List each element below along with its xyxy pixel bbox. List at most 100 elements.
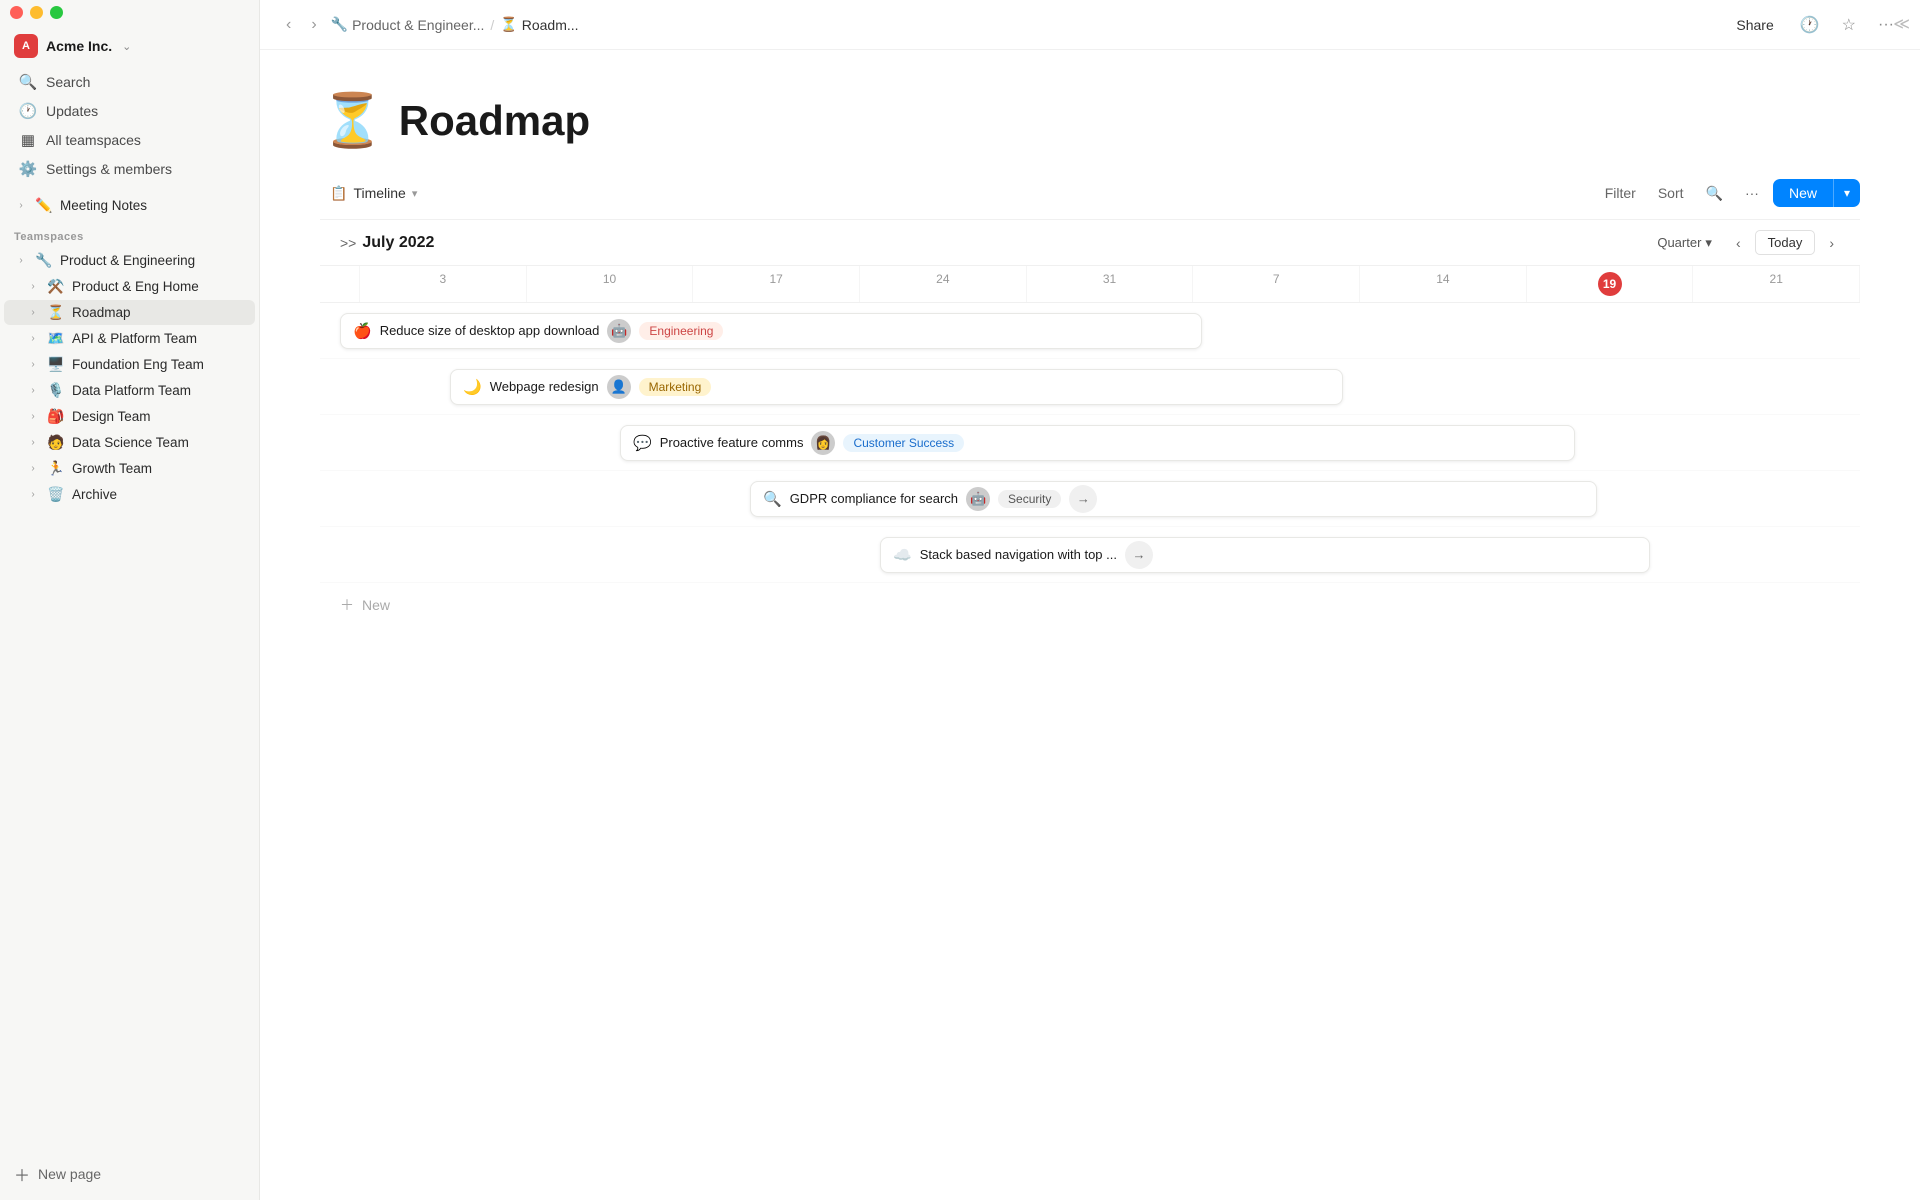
sidebar-item-data-platform[interactable]: › 🎙️ Data Platform Team: [4, 378, 255, 403]
sidebar-item-label: All teamspaces: [46, 132, 141, 148]
breadcrumb-roadmap[interactable]: ⏳ Roadm...: [500, 16, 578, 33]
sidebar-item-label: Data Platform Team: [72, 383, 191, 398]
chevron-right-icon: ›: [26, 411, 40, 422]
filter-button[interactable]: Filter: [1597, 180, 1644, 206]
new-button-dropdown[interactable]: ▾: [1833, 179, 1860, 207]
forward-button[interactable]: ›: [305, 12, 322, 38]
task-bar-1[interactable]: 🍎 Reduce size of desktop app download 🤖 …: [340, 313, 1202, 349]
sidebar-item-label: Settings & members: [46, 161, 172, 177]
titlebar: ‹ › 🔧 Product & Engineer... / ⏳ Roadm...…: [260, 0, 1920, 50]
chevron-down-icon: ▾: [1705, 235, 1712, 251]
moon-icon: 🌙: [463, 378, 482, 396]
chevron-right-icon: ›: [26, 333, 40, 344]
maximize-button[interactable]: [50, 6, 63, 19]
breadcrumb-label: Product & Engineer...: [352, 17, 484, 33]
task-bar-2[interactable]: 🌙 Webpage redesign 👤 Marketing: [450, 369, 1343, 405]
sidebar-item-archive[interactable]: › 🗑️ Archive: [4, 482, 255, 507]
date-cell: 14: [1360, 266, 1527, 302]
share-button[interactable]: Share: [1726, 12, 1783, 38]
more-options-button[interactable]: ···: [1737, 180, 1767, 206]
sidebar-item-foundation-eng[interactable]: › 🖥️ Foundation Eng Team: [4, 352, 255, 377]
breadcrumb-separator: /: [490, 17, 494, 33]
sidebar-item-meeting-notes[interactable]: › ✏️ Meeting Notes: [4, 193, 255, 218]
person-icon: 🧑: [46, 434, 66, 451]
titlebar-actions: Share 🕐 ☆ ···: [1726, 11, 1900, 39]
sidebar-item-product-eng-home[interactable]: › ⚒️ Product & Eng Home: [4, 274, 255, 299]
today-badge: 19: [1598, 272, 1622, 296]
task-bar-4[interactable]: 🔍 GDPR compliance for search 🤖 Security …: [750, 481, 1597, 517]
timeline-prev-button[interactable]: ‹: [1730, 231, 1747, 255]
collapse-sidebar-button[interactable]: ≪: [1893, 14, 1910, 34]
avatar: 👤: [607, 375, 631, 399]
bag-icon: 🎒: [46, 408, 66, 425]
table-row: ☁️ Stack based navigation with top ... →: [320, 527, 1860, 583]
today-button[interactable]: Today: [1755, 230, 1816, 255]
sidebar-item-growth-team[interactable]: › 🏃 Growth Team: [4, 456, 255, 481]
sidebar-item-roadmap[interactable]: › ⏳ Roadmap: [4, 300, 255, 325]
workspace-selector[interactable]: A Acme Inc. ⌄: [4, 29, 255, 63]
sidebar-item-product-engineering[interactable]: › 🔧 Product & Engineering: [4, 248, 255, 273]
table-row: 🍎 Reduce size of desktop app download 🤖 …: [320, 303, 1860, 359]
apple-icon: 🍎: [353, 322, 372, 340]
timeline-month: July 2022: [362, 234, 434, 252]
task-label: Proactive feature comms: [660, 435, 804, 450]
page-content: ⏳ Roadmap 📋 Timeline ▾ Filter Sort 🔍 ···…: [260, 50, 1920, 1200]
history-button[interactable]: 🕐: [1794, 11, 1826, 39]
back-button[interactable]: ‹: [280, 12, 297, 38]
page-header: ⏳ Roadmap: [320, 90, 1860, 151]
breadcrumb-product-eng[interactable]: 🔧 Product & Engineer...: [331, 16, 485, 33]
sidebar-item-design-team[interactable]: › 🎒 Design Team: [4, 404, 255, 429]
timeline-controls: Quarter ▾ ‹ Today ›: [1647, 230, 1840, 255]
traffic-lights: [0, 0, 259, 29]
timeline-view-selector[interactable]: 📋 Timeline ▾: [320, 180, 427, 207]
quarter-label: Quarter: [1657, 235, 1701, 250]
new-row-button[interactable]: ＋ New: [320, 583, 1860, 627]
chevron-right-icon: ›: [26, 307, 40, 318]
timeline-next-button[interactable]: ›: [1823, 231, 1840, 255]
date-cell: 3: [360, 266, 527, 302]
gear-icon: ⚙️: [18, 160, 38, 178]
favorite-button[interactable]: ☆: [1836, 11, 1862, 39]
table-row: 🔍 GDPR compliance for search 🤖 Security …: [320, 471, 1860, 527]
sidebar-item-label: Data Science Team: [72, 435, 189, 450]
main-content: ‹ › 🔧 Product & Engineer... / ⏳ Roadm...…: [260, 0, 1920, 1200]
chevron-down-icon: ▾: [412, 187, 418, 200]
page-title: Roadmap: [399, 97, 590, 145]
expand-arrow-button[interactable]: →: [1069, 485, 1097, 513]
chevron-right-icon: ›: [26, 437, 40, 448]
workspace-icon: A: [14, 34, 38, 58]
timeline-header: >> July 2022 Quarter ▾ ‹ Today ›: [320, 220, 1860, 266]
date-cell-today: 19: [1527, 266, 1694, 302]
hourglass-icon: ⏳: [46, 304, 66, 321]
task-bar-3[interactable]: 💬 Proactive feature comms 👩 Customer Suc…: [620, 425, 1575, 461]
sidebar-item-label: Product & Eng Home: [72, 279, 199, 294]
close-button[interactable]: [10, 6, 23, 19]
chevron-right-icon: ›: [26, 281, 40, 292]
sidebar-item-search[interactable]: 🔍 Search: [4, 68, 255, 96]
sidebar-item-label: Archive: [72, 487, 117, 502]
breadcrumb-current-label: Roadm...: [522, 17, 579, 33]
sidebar-item-data-science[interactable]: › 🧑 Data Science Team: [4, 430, 255, 455]
sidebar-item-all-teamspaces[interactable]: ▦ All teamspaces: [4, 126, 255, 154]
new-button-group: New ▾: [1773, 179, 1860, 207]
magnifier-icon: 🔍: [763, 490, 782, 508]
sidebar-item-settings[interactable]: ⚙️ Settings & members: [4, 155, 255, 183]
expand-icon[interactable]: >>: [340, 235, 356, 251]
sidebar-item-api-platform[interactable]: › 🗺️ API & Platform Team: [4, 326, 255, 351]
quarter-selector[interactable]: Quarter ▾: [1647, 231, 1722, 255]
minimize-button[interactable]: [30, 6, 43, 19]
teamspaces-section-label: Teamspaces: [0, 219, 259, 247]
marketing-tag: Marketing: [639, 378, 712, 396]
sidebar-item-updates[interactable]: 🕐 Updates: [4, 97, 255, 125]
expand-arrow-button[interactable]: →: [1125, 541, 1153, 569]
new-page-button[interactable]: ＋ New page: [0, 1156, 259, 1192]
clock-icon: 🕐: [18, 102, 38, 120]
new-button[interactable]: New: [1773, 179, 1833, 207]
task-bar-5[interactable]: ☁️ Stack based navigation with top ... →: [880, 537, 1650, 573]
sort-button[interactable]: Sort: [1650, 180, 1692, 206]
avatar: 🤖: [966, 487, 990, 511]
search-button[interactable]: 🔍: [1698, 180, 1731, 207]
chevron-right-icon: ›: [26, 385, 40, 396]
sidebar-item-label: Updates: [46, 103, 98, 119]
avatar: 🤖: [607, 319, 631, 343]
